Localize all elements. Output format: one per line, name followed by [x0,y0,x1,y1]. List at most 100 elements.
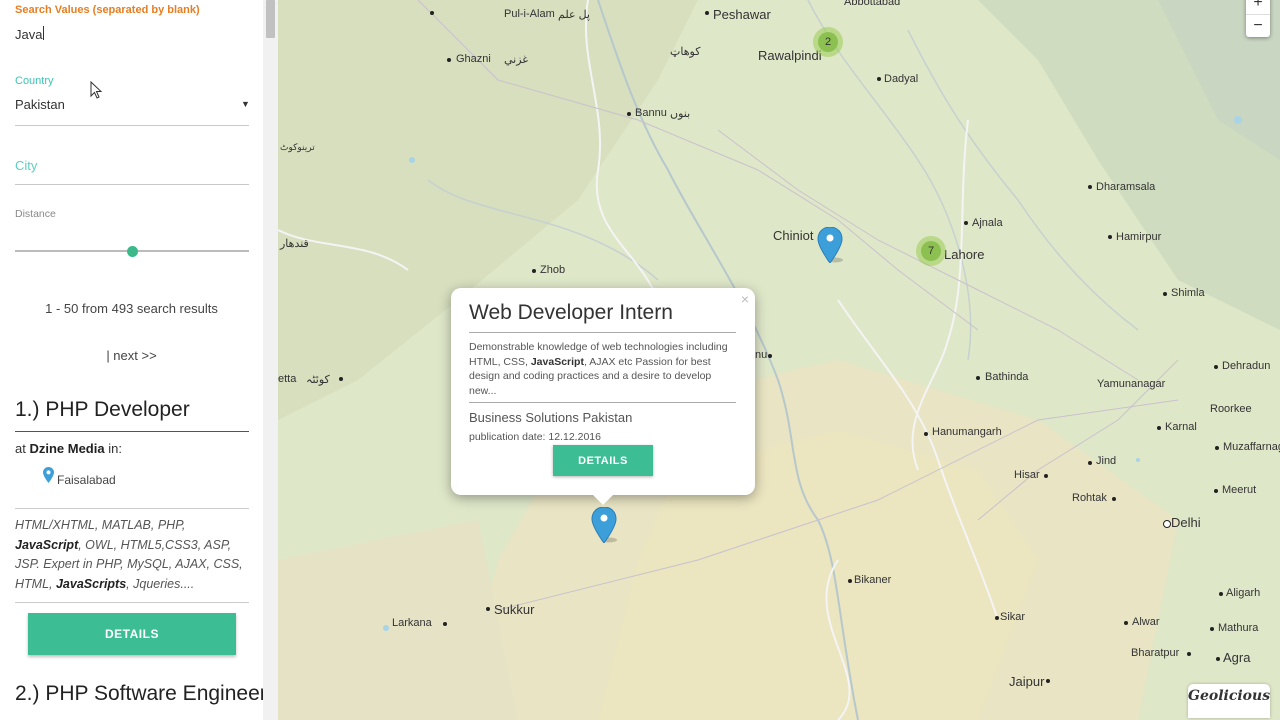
zoom-control: + − [1246,0,1270,37]
city-label-jaipur: Jaipur [1009,674,1045,689]
city-dot [1214,365,1218,369]
city-label-sikar: Sikar [1000,611,1026,623]
map-marker-pin-icon[interactable] [591,507,617,543]
city-dot [964,221,968,225]
job-city: Faisalabad [57,473,116,487]
logo-text: Geolicious [1188,688,1271,704]
city-dot [486,607,490,611]
job-title[interactable]: 2.) PHP Software Engineer [15,682,263,706]
city-label-larkana: Larkana [392,617,432,629]
popup-details-button[interactable]: DETAILS [553,445,653,476]
city-label-quetta: etta [278,373,297,385]
city-dot [627,112,631,116]
city-dot [1157,426,1161,430]
city-label-jind: Jind [1096,455,1117,467]
text-caret [43,26,44,40]
job-details-button[interactable]: DETAILS [28,613,236,655]
job-at-suffix: in: [108,441,122,456]
city-label-chiniot: Chiniot [773,228,814,243]
scrollbar-thumb[interactable] [266,0,275,38]
country-select[interactable]: Pakistan [15,94,249,118]
city-label-ghazni-urdu: غزني [504,54,529,66]
marker-cluster[interactable]: 7 [916,236,946,266]
city-dot [1210,627,1214,631]
mouse-cursor-icon [90,81,103,99]
job-divider [15,508,249,509]
city-label-partial-nu: nu [755,349,768,361]
city-label-sukkur: Sukkur [494,602,535,617]
job-divider [15,602,249,603]
city-label-shimla: Shimla [1171,287,1205,299]
city-label-bannu: Bannu [635,107,667,119]
location-pin-icon [43,467,54,483]
job-desc-highlight: JavaScripts [55,576,127,591]
city-label-yamunanagar: Yamunanagar [1097,378,1166,390]
job-desc-text: , Jqueries.... [126,576,195,591]
map-view[interactable]: Pul-i-Alam پل علم Peshawar Abbottabad Gh… [278,0,1280,720]
city-dot [768,354,772,358]
city-label-hanumangarh: Hanumangarh [932,426,1002,438]
dropdown-arrow-icon[interactable]: ▼ [241,99,250,109]
city-dot [430,11,434,15]
city-dot [1219,592,1223,596]
country-select-value: Pakistan [15,97,65,112]
popup-tip [591,493,615,505]
city-dot [1112,497,1116,501]
capital-dot [1163,520,1171,528]
distance-label: Distance [15,208,56,220]
city-label-quetta-urdu: کوئٹہ [306,374,330,386]
pagination-next-link[interactable]: | next >> [0,348,263,363]
job-company-line: at Dzine Media in: [15,441,122,456]
city-label-kohat-urdu: کوهاټ [670,46,701,58]
city-label-pul-i-alam: Pul-i-Alam [504,8,555,20]
city-label-delhi: Delhi [1171,515,1201,530]
job-title[interactable]: 1.) PHP Developer [15,398,190,422]
city-label-dadyal: Dadyal [884,73,919,85]
city-dot [1044,474,1048,478]
city-label-rawalpindi: Rawalpindi [758,48,822,63]
city-label-karnal: Karnal [1165,421,1197,433]
city-label-hamirpur: Hamirpur [1116,231,1162,243]
marker-cluster[interactable]: 2 [813,27,843,57]
city-label-dharamsala: Dharamsala [1096,181,1156,193]
city-label-bikaner: Bikaner [854,574,892,586]
sidebar-scrollbar[interactable] [263,0,278,720]
city-dot [976,376,980,380]
city-dot [339,377,343,381]
city-dot [1124,621,1128,625]
city-dot [443,622,447,626]
job-popup: × Web Developer Intern Demonstrable know… [451,288,755,505]
city-dot [1088,461,1092,465]
popup-title: Web Developer Intern [469,301,673,324]
map-marker-pin-icon[interactable] [817,227,843,263]
city-label-kandahar-urdu: قندهار [280,238,309,250]
city-label-bharatpur: Bharatpur [1131,647,1180,659]
city-dot [1088,185,1092,189]
distance-slider-thumb[interactable] [126,246,138,257]
city-label-bannu-urdu: بنوں [670,108,691,120]
city-label-bathinda: Bathinda [985,371,1029,383]
popup-desc-highlight: JavaScript [530,355,584,368]
country-label: Country [15,75,54,87]
city-dot [1214,489,1218,493]
popup-date-value: 12.12.2016 [548,431,601,443]
job-company: Dzine Media [29,441,105,456]
city-label-roorkee: Roorkee [1210,403,1252,415]
zoom-in-button[interactable]: + [1246,0,1270,14]
marker-cluster-count: 7 [921,241,941,261]
city-dot [1046,679,1050,683]
search-input[interactable] [15,24,249,44]
city-label-peshawar: Peshawar [713,7,771,22]
results-count: 1 - 50 from 493 search results [45,301,218,316]
city-dot [447,58,451,62]
zoom-out-button[interactable]: − [1246,14,1270,37]
city-label-pul-i-alam-urdu: پل علم [558,9,590,21]
geolicious-logo[interactable]: Geolicious [1188,684,1270,718]
city-dot [1187,652,1191,656]
popup-close-icon[interactable]: × [741,291,749,307]
city-dot [1215,446,1219,450]
city-label-mathura: Mathura [1218,622,1259,634]
city-input[interactable] [15,155,249,175]
popup-divider [469,402,736,403]
popup-description: Demonstrable knowledge of web technologi… [469,340,739,398]
